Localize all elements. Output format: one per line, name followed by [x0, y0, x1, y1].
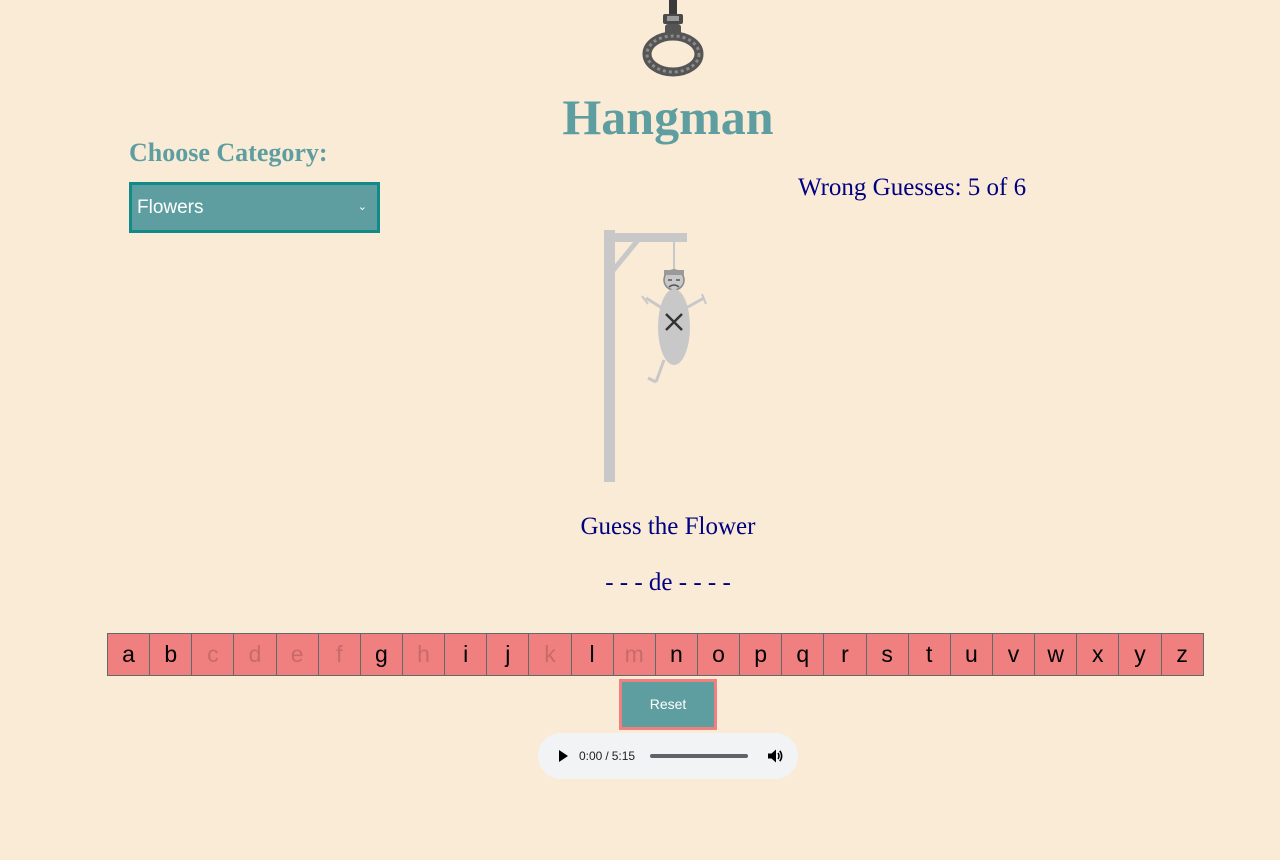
audio-time: 0:00/5:15 — [579, 733, 635, 779]
letter-button-p[interactable]: p — [739, 633, 783, 676]
category-label: Choose Category: — [129, 138, 328, 167]
letter-button-l[interactable]: l — [570, 633, 614, 676]
letter-button-k: k — [528, 633, 572, 676]
guess-prompt: Guess the Flower — [580, 513, 756, 540]
letter-button-x[interactable]: x — [1076, 633, 1120, 676]
noose-icon — [642, 0, 704, 77]
letter-button-a[interactable]: a — [107, 633, 151, 676]
letter-button-i[interactable]: i — [444, 633, 488, 676]
hangman-figure — [641, 269, 707, 384]
letter-button-s[interactable]: s — [865, 633, 909, 676]
wrong-guesses-counter: Wrong Guesses: 5 of 6 — [798, 174, 1027, 201]
letter-button-m: m — [612, 633, 656, 676]
letter-button-u[interactable]: u — [949, 633, 993, 676]
letter-button-c: c — [191, 633, 235, 676]
audio-player: 0:00/5:15 — [538, 733, 798, 779]
letter-keyboard: abcdefghijklmnopqrstuvwxyz — [107, 633, 1229, 676]
letter-button-t[interactable]: t — [907, 633, 951, 676]
chevron-down-icon: ⌄ — [357, 201, 367, 213]
hangman-page: Hangman Choose Category: Flowers ⌄ Wrong… — [0, 0, 1280, 860]
letter-button-d: d — [233, 633, 277, 676]
letter-button-o[interactable]: o — [696, 633, 741, 676]
audio-duration: 5:15 — [611, 749, 636, 763]
letter-button-w[interactable]: w — [1034, 633, 1078, 676]
letter-button-n[interactable]: n — [654, 633, 698, 676]
letter-button-g[interactable]: g — [359, 633, 403, 676]
audio-time-separator: / — [605, 749, 609, 763]
masked-word: - - - de - - - - — [605, 569, 731, 596]
audio-current-time: 0:00 — [579, 749, 603, 763]
reset-button[interactable]: Reset — [619, 679, 717, 730]
letter-button-z[interactable]: z — [1160, 633, 1204, 676]
letter-button-r[interactable]: r — [823, 633, 867, 676]
letter-button-f: f — [317, 633, 361, 676]
letter-button-y[interactable]: y — [1118, 633, 1162, 676]
letter-button-q[interactable]: q — [781, 633, 825, 676]
audio-progress-bar[interactable] — [650, 754, 748, 758]
letter-button-b[interactable]: b — [149, 633, 193, 676]
hangman-drawing — [604, 230, 707, 482]
letter-button-j[interactable]: j — [486, 633, 530, 676]
category-select[interactable]: Flowers ⌄ — [129, 182, 380, 233]
letter-button-h: h — [401, 633, 446, 676]
category-selected-value: Flowers — [137, 197, 204, 218]
letter-button-e: e — [275, 633, 319, 676]
letter-button-v[interactable]: v — [991, 633, 1036, 676]
play-icon[interactable] — [555, 748, 571, 764]
volume-icon[interactable] — [766, 747, 784, 765]
